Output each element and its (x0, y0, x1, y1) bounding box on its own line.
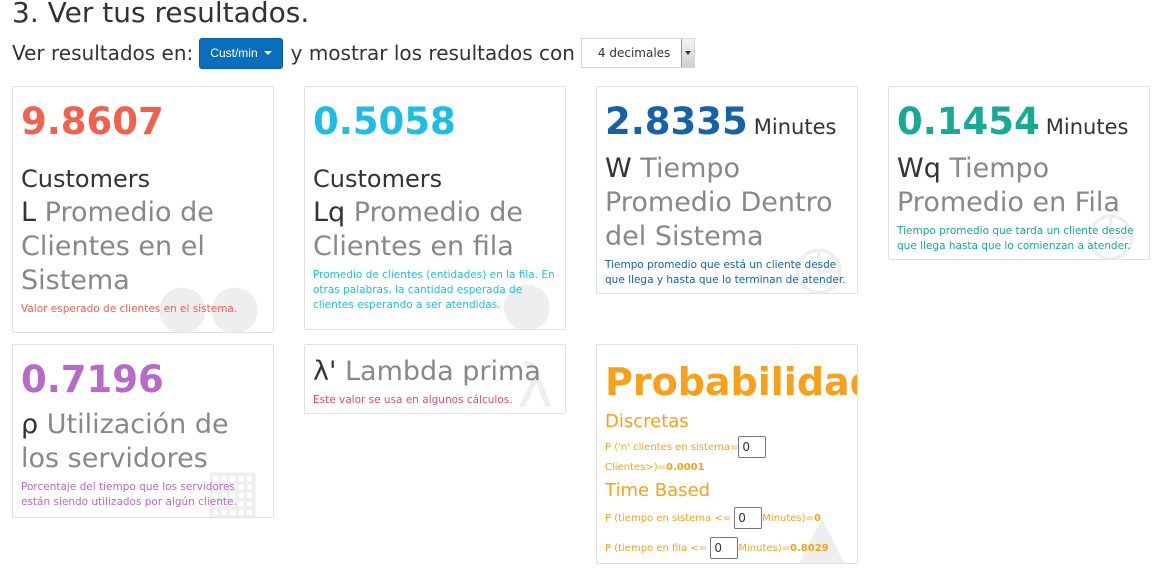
lambda-heading: λ' Lambda prima (313, 355, 557, 389)
w-symbol: W (605, 153, 632, 184)
rho-value: 0.7196 (21, 358, 164, 401)
lq-title: Promedio de Clientes en fila (313, 197, 524, 262)
discrete-suffix: Clientes>)= (605, 462, 666, 473)
discrete-probability-row: P ('n' clientes en sistema= (605, 436, 849, 458)
discrete-prefix: P ('n' clientes en sistema= (605, 442, 739, 453)
wq-unit: Minutes (1045, 115, 1129, 139)
card-w: ◷ 2.8335 Minutes W Tiempo Promedio Dentro… (596, 86, 858, 294)
decimals-select[interactable]: 4 decimales (580, 38, 695, 68)
view-results-label: Ver resultados en: (12, 41, 194, 65)
time-system-result: 0 (813, 513, 821, 524)
section-title: 3. Ver tus resultados. (12, 0, 310, 29)
card-lq: ● 0.5058 Customers Lq Promedio de Client… (304, 86, 566, 330)
l-unit: Customers (21, 165, 151, 193)
lq-value: 0.5058 (313, 100, 456, 143)
results-options: Ver resultados en: Cust/min y mostrar lo… (12, 37, 695, 69)
card-rho: ▦ 0.7196 ρ Utilización de los servidores… (12, 344, 274, 518)
time-queue-row: P (tiempo en fila <= Minutes)=0.8029 (605, 537, 849, 559)
rho-title: Utilización de los servidores (21, 409, 229, 474)
time-queue-input[interactable] (710, 537, 739, 559)
lq-unit: Customers (313, 165, 443, 193)
select-arrow-icon[interactable] (680, 39, 694, 67)
time-system-input[interactable] (734, 507, 763, 529)
wq-description: Tiempo promedio que tarda un cliente des… (897, 225, 1134, 252)
discrete-heading: Discretas (605, 411, 689, 432)
time-system-suffix: Minutes)= (762, 513, 814, 524)
show-results-label: y mostrar los resultados con (290, 41, 575, 65)
w-heading: W Tiempo Promedio Dentro del Sistema (605, 152, 849, 254)
time-queue-suffix: Minutes)= (738, 543, 791, 554)
unit-dropdown-label: Cust/min (210, 46, 258, 60)
l-description: Valor esperado de clientes en el sistema… (21, 303, 238, 315)
l-symbol: L (21, 197, 37, 228)
w-value: 2.8335 (605, 100, 748, 143)
rho-description: Porcentaje del tiempo que los servidores… (21, 481, 237, 508)
l-heading: L Promedio de Clientes en el Sistema (21, 196, 265, 298)
decimals-select-value: 4 decimales (597, 46, 671, 60)
lq-heading: Lq Promedio de Clientes en fila (313, 196, 557, 264)
time-queue-prefix: P (tiempo en fila <= (605, 543, 708, 554)
wq-symbol: Wq (897, 153, 941, 184)
card-lambda: λ λ' Lambda prima Este valor se usa en a… (304, 344, 566, 414)
l-value: 9.8607 (21, 100, 164, 143)
wq-heading: Wq Tiempo Promedio en Fila (897, 152, 1141, 220)
rho-heading: ρ Utilización de los servidores (21, 408, 265, 476)
card-probabilities: ▲ Probabilidades Discretas P ('n' client… (596, 344, 858, 564)
time-system-row: P (tiempo en sistema <= Minutes)=0 (605, 507, 849, 529)
unit-dropdown-button[interactable]: Cust/min (199, 37, 283, 69)
discrete-n-input[interactable] (738, 436, 767, 458)
lambda-title: Lambda prima (345, 356, 541, 387)
w-title: Tiempo Promedio Dentro del Sistema (605, 153, 833, 252)
discrete-result: 0.0001 (665, 462, 705, 473)
probabilities-title: Probabilidades (605, 363, 857, 401)
lq-symbol: Lq (313, 197, 346, 228)
lambda-symbol: λ' (313, 356, 337, 387)
lq-description: Promedio de clientes (entidades) en la f… (313, 269, 555, 311)
caret-down-icon (263, 51, 272, 55)
wq-value-row: 0.1454 Minutes (897, 103, 1141, 140)
w-description: Tiempo promedio que está un cliente desd… (605, 259, 846, 286)
card-l: ●● 9.8607 Customers L Promedio de Client… (12, 86, 274, 333)
time-queue-result: 0.8029 (790, 543, 829, 554)
lambda-description: Este valor se usa en algunos cálculos. (313, 394, 513, 406)
wq-value: 0.1454 (897, 100, 1040, 143)
time-system-prefix: P (tiempo en sistema <= (605, 513, 732, 524)
time-based-heading: Time Based (605, 480, 711, 501)
discrete-result-row: Clientes>)=0.0001 (605, 460, 849, 476)
w-value-row: 2.8335 Minutes (605, 103, 849, 140)
l-title: Promedio de Clientes en el Sistema (21, 197, 214, 296)
rho-symbol: ρ (21, 409, 39, 440)
card-wq: ◷ 0.1454 Minutes Wq Tiempo Promedio en Fi… (888, 86, 1150, 260)
w-unit: Minutes (753, 115, 837, 139)
